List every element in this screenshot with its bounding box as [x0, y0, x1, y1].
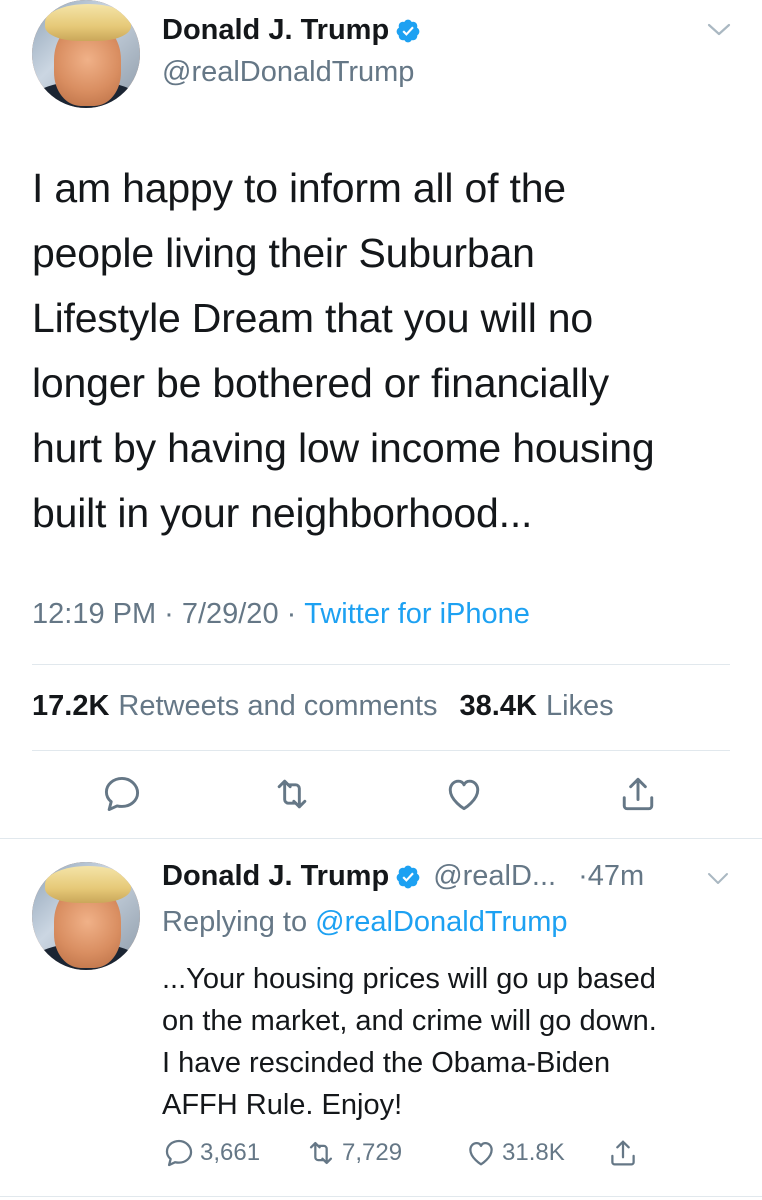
tweet-time: 12:19 PM: [32, 598, 157, 630]
display-name[interactable]: Donald J. Trump: [162, 14, 389, 47]
tweet-meta: 12:19 PM · 7/29/20 · Twitter for iPhone: [32, 598, 530, 631]
divider: [32, 664, 730, 665]
verified-badge-icon: [395, 18, 421, 44]
retweet-button[interactable]: 7,729: [304, 1136, 402, 1170]
tweet-date: 7/29/20: [181, 598, 279, 630]
replying-to: Replying to @realDonaldTrump: [162, 906, 568, 939]
replying-prefix: Replying to: [162, 906, 308, 938]
comment-icon: [165, 1139, 193, 1167]
heart-icon[interactable]: [440, 770, 488, 818]
main-tweet: Donald J. Trump @realDonaldTrump I am ha…: [0, 0, 762, 840]
author-handle[interactable]: @realDonaldTrump: [162, 56, 414, 89]
retweet-count: 7,729: [342, 1139, 403, 1166]
tweet-text: I am happy to inform all of the people l…: [32, 165, 655, 536]
action-bar: [0, 770, 762, 826]
chevron-down-icon[interactable]: [706, 870, 730, 888]
author-name-row[interactable]: Donald J. Trump: [162, 14, 421, 47]
like-count: 31.8K: [502, 1139, 565, 1166]
share-icon[interactable]: [606, 1136, 644, 1170]
reply-button[interactable]: 3,661: [162, 1136, 260, 1170]
tweet-detail-screen: Donald J. Trump @realDonaldTrump I am ha…: [0, 0, 762, 1200]
reply-count: 3,661: [200, 1139, 261, 1166]
divider: [32, 750, 730, 751]
retweets-stat[interactable]: 17.2K Retweets and comments: [32, 690, 438, 723]
likes-stat[interactable]: 38.4K Likes: [460, 690, 614, 723]
likes-count: 38.4K: [459, 690, 537, 722]
tweet-time: ·47m: [578, 860, 645, 892]
heart-icon: [469, 1141, 493, 1166]
meta-separator: ·: [286, 598, 297, 630]
engagement-stats: 17.2K Retweets and comments 38.4K Likes: [32, 690, 614, 723]
author-handle[interactable]: @realD...: [433, 860, 556, 893]
tweet-text: ...Your housing prices will go up based …: [162, 963, 657, 1121]
retweets-count: 17.2K: [32, 690, 110, 722]
chevron-down-icon[interactable]: [706, 20, 732, 40]
retweets-label: Retweets and comments: [118, 690, 438, 722]
tweet-source-link[interactable]: Twitter for iPhone: [304, 598, 530, 631]
retweet-icon: [309, 1141, 333, 1165]
likes-label: Likes: [545, 690, 614, 722]
tweet-separator: [0, 1196, 762, 1197]
avatar[interactable]: [32, 862, 140, 970]
reply-header: Donald J. Trump @realD... ·47m: [162, 860, 644, 893]
replying-to-link[interactable]: @realDonaldTrump: [315, 906, 567, 938]
verified-badge-icon: [395, 864, 421, 890]
reply-action-bar: 3,661 7,729 31.8K: [162, 1136, 722, 1180]
comment-icon[interactable]: [98, 770, 146, 818]
retweet-icon[interactable]: [268, 770, 316, 818]
meta-separator: ·: [164, 598, 174, 630]
tweet-separator: [0, 838, 762, 839]
share-icon[interactable]: [614, 770, 662, 818]
display-name[interactable]: Donald J. Trump: [162, 860, 389, 893]
like-button[interactable]: 31.8K: [464, 1136, 565, 1170]
avatar[interactable]: [32, 0, 140, 108]
